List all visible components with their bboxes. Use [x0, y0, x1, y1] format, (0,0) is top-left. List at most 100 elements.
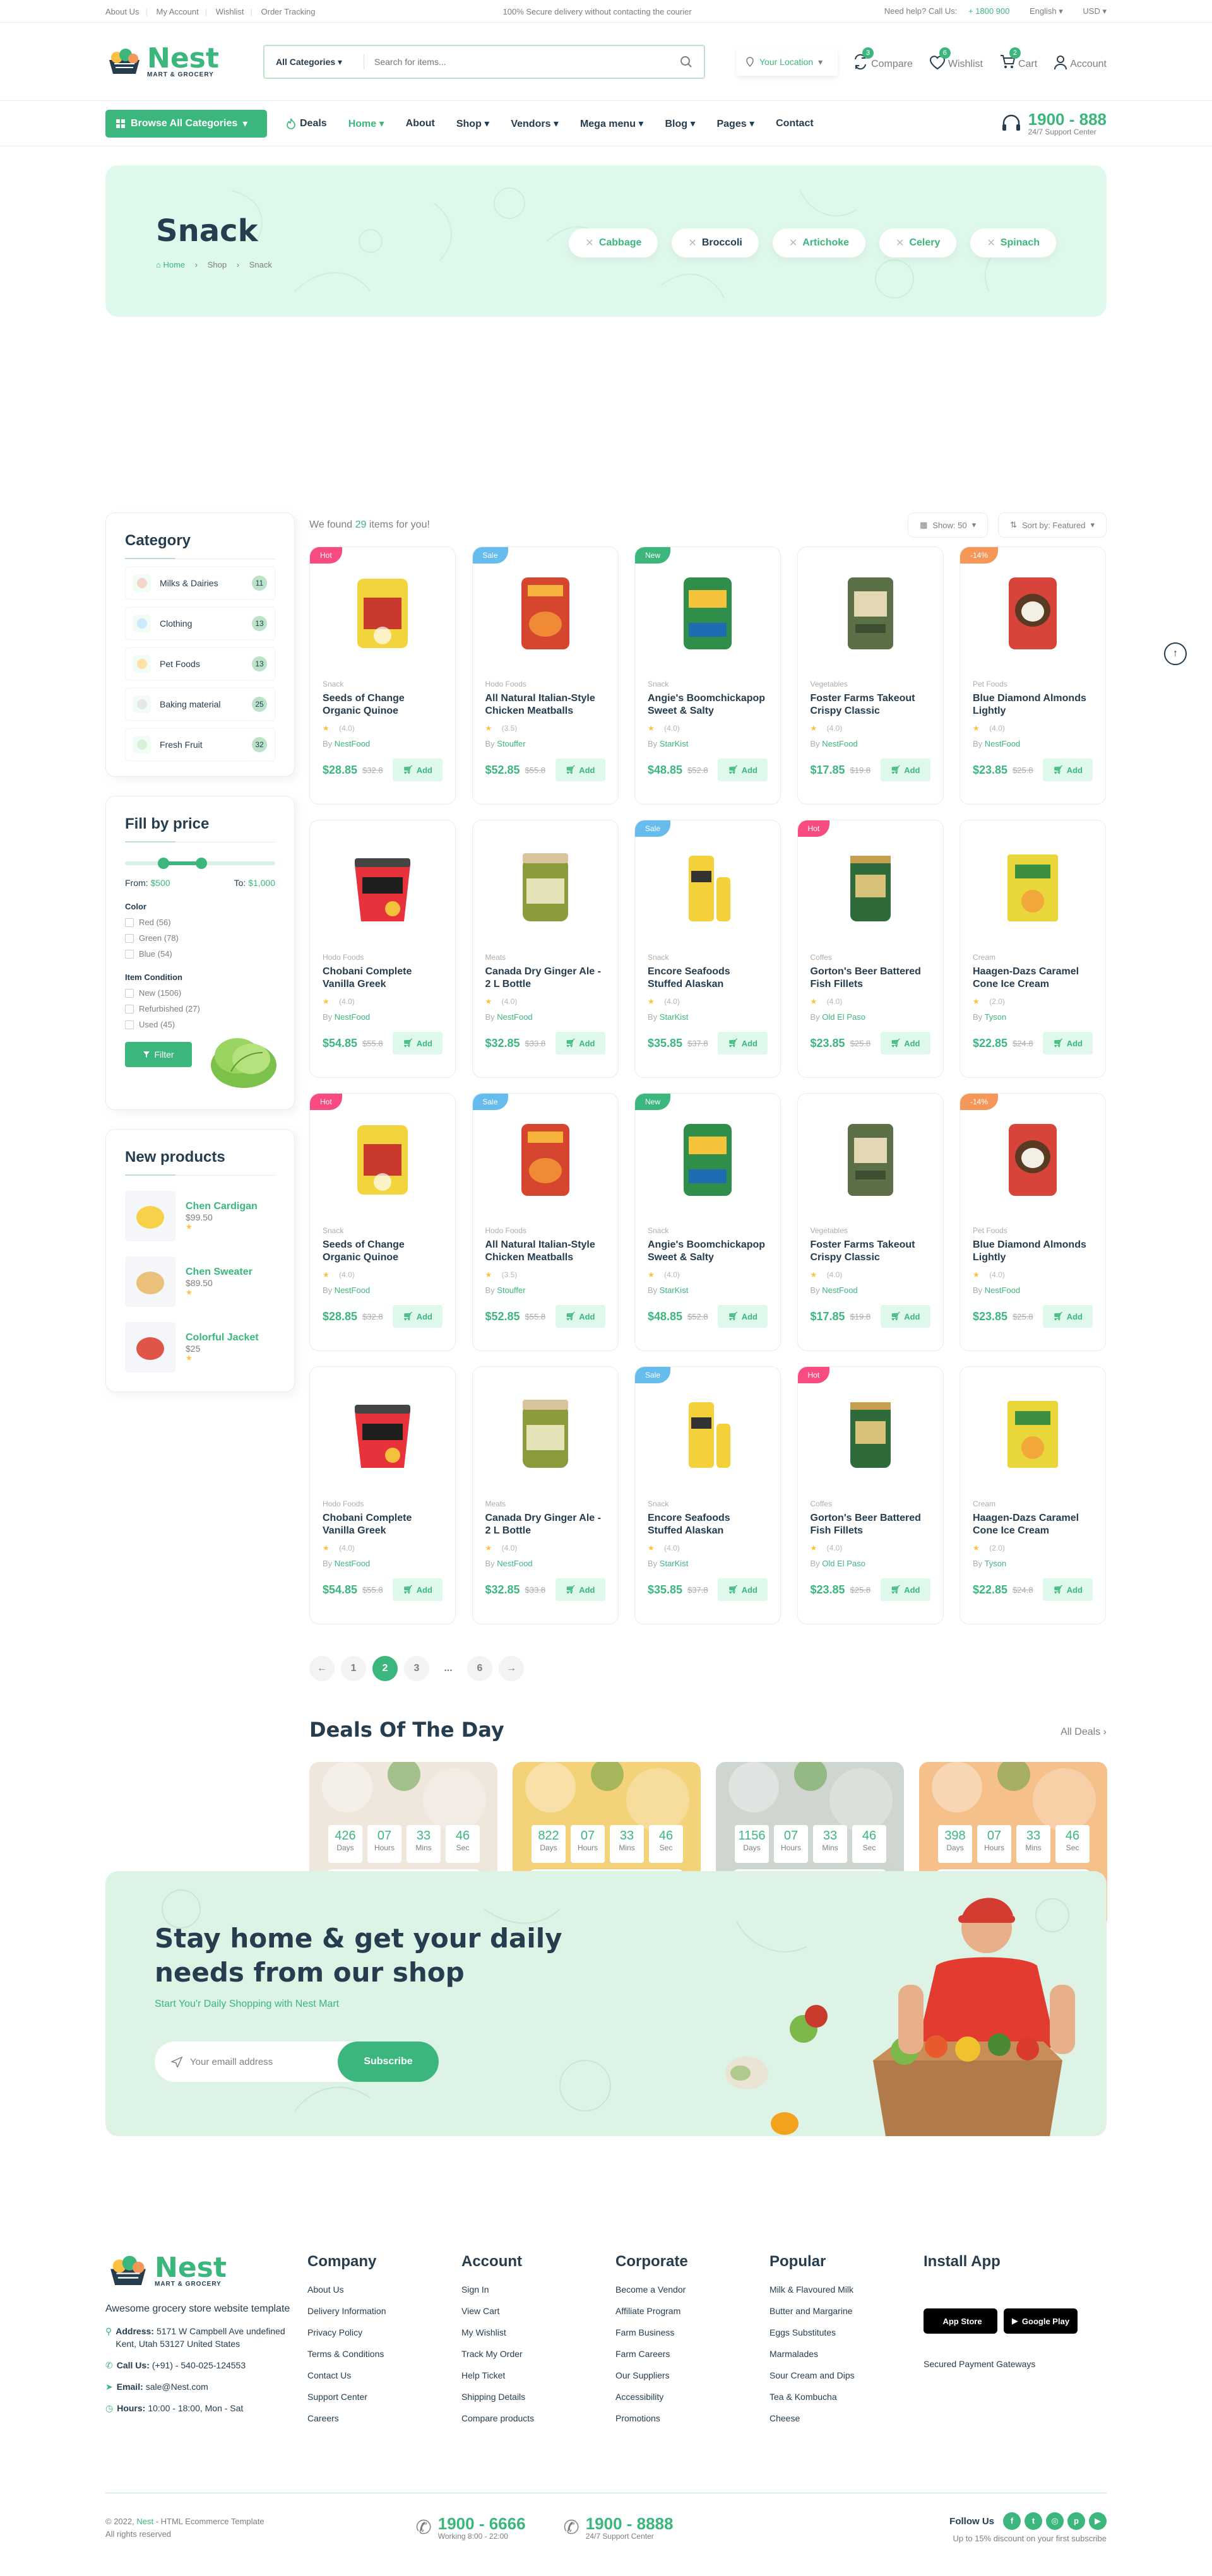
product-name[interactable]: Foster Farms Takeout Crispy Classic	[811, 1239, 930, 1264]
topbar-link-order-tracking[interactable]: Order Tracking	[261, 7, 322, 16]
footer-link[interactable]: Marmalades	[769, 2349, 924, 2359]
close-icon[interactable]: ✕	[789, 237, 797, 249]
newsletter-email-input[interactable]: Your emaill address	[190, 2057, 273, 2067]
add-to-cart-button[interactable]: 🛒︎Add	[880, 759, 930, 781]
pinterest-icon[interactable]: p	[1067, 2512, 1085, 2530]
product-name[interactable]: Blue Diamond Almonds Lightly	[973, 1239, 1093, 1264]
product-category[interactable]: Vegetables	[811, 1226, 930, 1235]
google-play-button[interactable]: ▶ Google Play	[1004, 2308, 1078, 2334]
help-phone[interactable]: + 1800 900	[968, 6, 1009, 16]
product-name[interactable]: Angie's Boomchickapop Sweet & Salty	[648, 1239, 768, 1264]
nav-mega-menu[interactable]: Mega menu ▾	[580, 117, 644, 130]
app-store-button[interactable]: App Store	[924, 2308, 997, 2334]
product-category[interactable]: Hodo Foods	[323, 1499, 443, 1508]
product-name[interactable]: All Natural Italian-Style Chicken Meatba…	[485, 1239, 605, 1264]
price-slider-min-handle[interactable]	[158, 858, 170, 869]
product-card[interactable]: Sale Hodo Foods All Natural Italian-Styl…	[472, 1093, 619, 1351]
compare-link[interactable]: 3 Compare	[852, 47, 913, 70]
cart-link[interactable]: 2 Cart	[999, 47, 1037, 70]
nav-vendors[interactable]: Vendors ▾	[511, 117, 559, 130]
add-to-cart-button[interactable]: 🛒︎Add	[1043, 1305, 1093, 1328]
product-category[interactable]: Cream	[973, 1499, 1093, 1508]
youtube-icon[interactable]: ▶	[1089, 2512, 1107, 2530]
product-category[interactable]: Snack	[648, 680, 768, 688]
hotline-2[interactable]: ✆ 1900 - 8888 24/7 Support Center	[564, 2515, 674, 2541]
product-card[interactable]: Hodo Foods Chobani Complete Vanilla Gree…	[309, 1366, 456, 1624]
footer-link[interactable]: Farm Careers	[615, 2349, 769, 2359]
product-name[interactable]: Haagen-Dazs Caramel Cone Ice Cream	[973, 1512, 1093, 1537]
footer-link[interactable]: Become a Vendor	[615, 2284, 769, 2295]
currency-select[interactable]: USD ▾	[1074, 6, 1107, 16]
product-card[interactable]: Hot Coffes Gorton's Beer Battered Fish F…	[797, 820, 944, 1078]
new-product-name[interactable]: Colorful Jacket	[186, 1332, 259, 1344]
product-card[interactable]: New Snack Angie's Boomchickapop Sweet & …	[634, 547, 781, 805]
product-card[interactable]: Meats Canada Dry Ginger Ale - 2 L Bottle…	[472, 820, 619, 1078]
nav-blog[interactable]: Blog ▾	[665, 117, 695, 130]
product-category[interactable]: Snack	[323, 680, 443, 688]
add-to-cart-button[interactable]: 🛒︎Add	[718, 1032, 768, 1055]
add-to-cart-button[interactable]: 🛒︎Add	[880, 1305, 930, 1328]
footer-link[interactable]: View Cart	[461, 2306, 615, 2316]
search-input[interactable]	[374, 57, 680, 67]
add-to-cart-button[interactable]: 🛒︎Add	[393, 1578, 443, 1601]
product-image[interactable]	[635, 820, 780, 953]
product-name[interactable]: Encore Seafoods Stuffed Alaskan	[648, 1512, 768, 1537]
product-category[interactable]: Snack	[648, 1226, 768, 1235]
product-name[interactable]: All Natural Italian-Style Chicken Meatba…	[485, 692, 605, 718]
color-green-checkbox[interactable]: Green (78)	[125, 933, 275, 943]
add-to-cart-button[interactable]: 🛒︎Add	[1043, 1032, 1093, 1055]
twitter-icon[interactable]: t	[1025, 2512, 1042, 2530]
product-card[interactable]: Hot Snack Seeds of Change Organic Quinoe…	[309, 547, 456, 805]
product-image[interactable]	[635, 547, 780, 680]
breadcrumb-home[interactable]: ⌂ Home	[156, 260, 185, 269]
add-to-cart-button[interactable]: 🛒︎Add	[1043, 759, 1093, 781]
pagination-page[interactable]: 6	[467, 1656, 492, 1681]
filter-button[interactable]: Filter	[125, 1042, 192, 1067]
location-select[interactable]: Your Location ▾	[737, 48, 838, 76]
tag-broccoli[interactable]: ✕ Broccoli	[672, 228, 759, 257]
tag-spinach[interactable]: ✕ Spinach	[970, 228, 1056, 257]
product-name[interactable]: Seeds of Change Organic Quinoe	[323, 1239, 443, 1264]
product-name[interactable]: Seeds of Change Organic Quinoe	[323, 692, 443, 718]
close-icon[interactable]: ✕	[688, 237, 696, 249]
all-deals-link[interactable]: All Deals ›	[1060, 1727, 1107, 1738]
add-to-cart-button[interactable]: 🛒︎Add	[555, 1305, 605, 1328]
pagination-prev[interactable]: ←	[309, 1656, 335, 1681]
close-icon[interactable]: ✕	[896, 237, 904, 249]
footer-link[interactable]: Careers	[307, 2413, 461, 2423]
product-name[interactable]: Chobani Complete Vanilla Greek	[323, 966, 443, 991]
product-image[interactable]	[310, 547, 455, 680]
footer-link[interactable]: Sour Cream and Dips	[769, 2370, 924, 2380]
hotline-1[interactable]: ✆ 1900 - 6666 Working 8:00 - 22:00	[416, 2515, 526, 2541]
product-category[interactable]: Hodo Foods	[485, 1226, 605, 1235]
product-card[interactable]: Cream Haagen-Dazs Caramel Cone Ice Cream…	[960, 820, 1106, 1078]
product-name[interactable]: Gorton's Beer Battered Fish Fillets	[811, 966, 930, 991]
product-image[interactable]	[635, 1367, 780, 1499]
product-name[interactable]: Haagen-Dazs Caramel Cone Ice Cream	[973, 966, 1093, 991]
product-image[interactable]	[473, 1094, 618, 1226]
footer-link[interactable]: Eggs Substitutes	[769, 2327, 924, 2337]
product-image[interactable]	[310, 1367, 455, 1499]
tag-celery[interactable]: ✕ Celery	[879, 228, 957, 257]
product-name[interactable]: Gorton's Beer Battered Fish Fillets	[811, 1512, 930, 1537]
footer-link[interactable]: Farm Business	[615, 2327, 769, 2337]
footer-link[interactable]: Contact Us	[307, 2370, 461, 2380]
category-item[interactable]: Clothing 13	[125, 607, 275, 640]
add-to-cart-button[interactable]: 🛒︎Add	[718, 1305, 768, 1328]
product-image[interactable]	[310, 820, 455, 953]
add-to-cart-button[interactable]: 🛒︎Add	[555, 759, 605, 781]
category-item[interactable]: Milks & Dairies 11	[125, 567, 275, 600]
product-category[interactable]: Meats	[485, 953, 605, 962]
product-image[interactable]	[960, 1367, 1105, 1499]
product-card[interactable]: Vegetables Foster Farms Takeout Crispy C…	[797, 547, 944, 805]
color-blue-checkbox[interactable]: Blue (54)	[125, 949, 275, 959]
nav-contact[interactable]: Contact	[776, 118, 814, 129]
support-center[interactable]: 1900 - 888 24/7 Support Center	[1001, 111, 1107, 136]
footer-link[interactable]: Help Ticket	[461, 2370, 615, 2380]
product-name[interactable]: Encore Seafoods Stuffed Alaskan	[648, 966, 768, 991]
footer-link[interactable]: Tea & Kombucha	[769, 2392, 924, 2402]
product-card[interactable]: Hodo Foods Chobani Complete Vanilla Gree…	[309, 820, 456, 1078]
tag-artichoke[interactable]: ✕ Artichoke	[772, 228, 866, 257]
close-icon[interactable]: ✕	[585, 237, 593, 249]
condition-refurbished-checkbox[interactable]: Refurbished (27)	[125, 1004, 275, 1013]
